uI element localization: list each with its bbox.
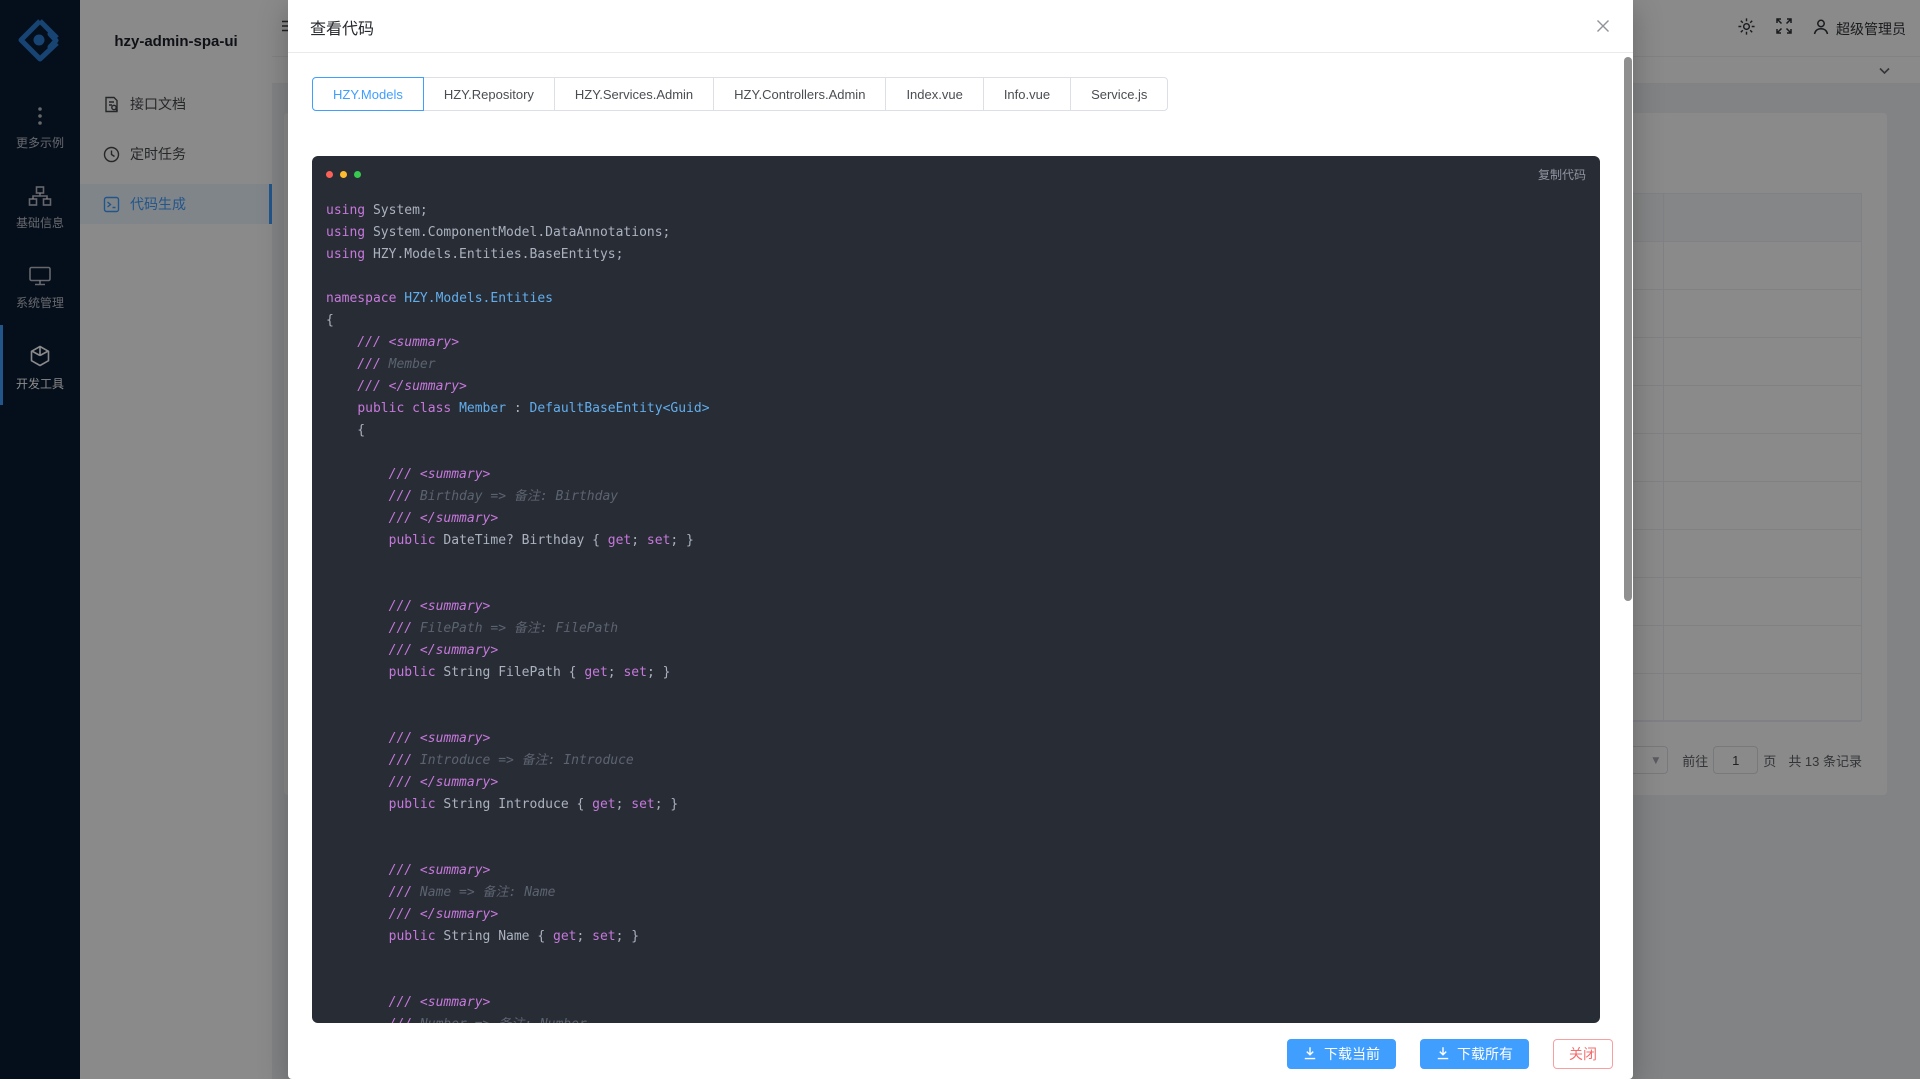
code-file-tabs: HZY.ModelsHZY.RepositoryHZY.Services.Adm… xyxy=(312,77,1168,111)
dialog-footer: 下载当前 下载所有 关闭 xyxy=(288,1023,1633,1079)
code-line: /// </summary> xyxy=(326,508,1600,530)
code-line: /// <summary> xyxy=(326,860,1600,882)
mac-zoom-dot xyxy=(354,171,361,178)
code-line: /// Number => 备注: Number xyxy=(326,1014,1600,1023)
tab-hzy-models[interactable]: HZY.Models xyxy=(312,77,424,111)
close-button[interactable]: 关闭 xyxy=(1553,1039,1613,1069)
code-line: /// <summary> xyxy=(326,332,1600,354)
code-line xyxy=(326,970,1600,992)
code-line: /// Introduce => 备注: Introduce xyxy=(326,750,1600,772)
download-icon xyxy=(1436,1046,1450,1063)
code-line: /// </summary> xyxy=(326,376,1600,398)
code-line xyxy=(326,684,1600,706)
tab-hzy-repository[interactable]: HZY.Repository xyxy=(423,77,555,111)
mac-close-dot xyxy=(326,171,333,178)
tab-hzy-controllers-admin[interactable]: HZY.Controllers.Admin xyxy=(713,77,886,111)
code-line: /// Name => 备注: Name xyxy=(326,882,1600,904)
tab-index-vue[interactable]: Index.vue xyxy=(885,77,983,111)
download-all-button[interactable]: 下载所有 xyxy=(1420,1039,1529,1069)
code-line: public DateTime? Birthday { get; set; } xyxy=(326,530,1600,552)
code-window: 复制代码 using System;using System.Component… xyxy=(312,156,1600,1023)
code-line: { xyxy=(326,420,1600,442)
copy-code-button[interactable]: 复制代码 xyxy=(1538,166,1586,183)
code-line xyxy=(326,552,1600,574)
code-line xyxy=(326,816,1600,838)
dialog-scrollbar-thumb[interactable] xyxy=(1624,57,1632,601)
tab-service-js[interactable]: Service.js xyxy=(1070,77,1168,111)
code-line xyxy=(326,442,1600,464)
code-line: /// </summary> xyxy=(326,640,1600,662)
code-line xyxy=(326,574,1600,596)
download-icon xyxy=(1303,1046,1317,1063)
code-line: public class Member : DefaultBaseEntity<… xyxy=(326,398,1600,420)
code-content: using System;using System.ComponentModel… xyxy=(312,192,1600,1023)
tab-info-vue[interactable]: Info.vue xyxy=(983,77,1071,111)
code-line: /// </summary> xyxy=(326,904,1600,926)
code-line: /// Birthday => 备注: Birthday xyxy=(326,486,1600,508)
close-icon[interactable] xyxy=(1591,14,1615,38)
code-line: /// <summary> xyxy=(326,992,1600,1014)
code-line: namespace HZY.Models.Entities xyxy=(326,288,1600,310)
code-line: /// FilePath => 备注: FilePath xyxy=(326,618,1600,640)
tab-hzy-services-admin[interactable]: HZY.Services.Admin xyxy=(554,77,714,111)
code-line: { xyxy=(326,310,1600,332)
code-line: /// <summary> xyxy=(326,464,1600,486)
screen: 更多示例基础信息系统管理开发工具 hzy-admin-spa-ui 接口文档定时… xyxy=(0,0,1920,1079)
code-line: using System; xyxy=(326,200,1600,222)
code-line: public String Introduce { get; set; } xyxy=(326,794,1600,816)
code-line: using System.ComponentModel.DataAnnotati… xyxy=(326,222,1600,244)
code-line: public String FilePath { get; set; } xyxy=(326,662,1600,684)
code-line: using HZY.Models.Entities.BaseEntitys; xyxy=(326,244,1600,266)
dialog-header: 查看代码 xyxy=(288,0,1633,53)
code-line: /// Member xyxy=(326,354,1600,376)
mac-minimize-dot xyxy=(340,171,347,178)
code-line: /// </summary> xyxy=(326,772,1600,794)
code-line xyxy=(326,706,1600,728)
code-line xyxy=(326,838,1600,860)
code-line xyxy=(326,948,1600,970)
download-current-button[interactable]: 下载当前 xyxy=(1287,1039,1396,1069)
code-window-titlebar: 复制代码 xyxy=(312,156,1600,192)
code-line: public String Name { get; set; } xyxy=(326,926,1600,948)
code-line: /// <summary> xyxy=(326,728,1600,750)
view-code-dialog: 查看代码 HZY.ModelsHZY.RepositoryHZY.Service… xyxy=(288,0,1633,1079)
code-line: /// <summary> xyxy=(326,596,1600,618)
dialog-title: 查看代码 xyxy=(310,15,374,39)
code-line xyxy=(326,266,1600,288)
